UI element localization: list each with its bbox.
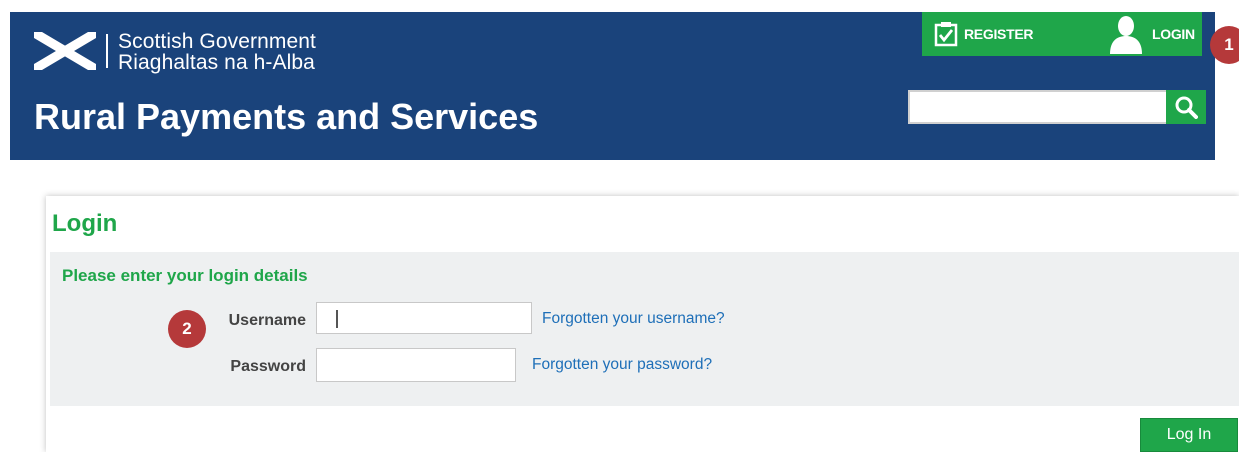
log-in-button[interactable]: Log In xyxy=(1140,418,1238,452)
search-input[interactable] xyxy=(908,90,1168,124)
site-header: Scottish Government Riaghaltas na h-Alba… xyxy=(10,12,1215,160)
username-field[interactable] xyxy=(316,302,532,334)
password-label: Password xyxy=(230,358,306,375)
text-cursor xyxy=(336,310,338,328)
login-label: LOGIN xyxy=(1152,26,1195,42)
register-button[interactable]: REGISTER xyxy=(934,12,1033,56)
step-marker-2: 2 xyxy=(168,310,206,348)
user-icon xyxy=(1110,16,1142,54)
saltire-flag-icon xyxy=(34,32,96,70)
logo-text-gaelic: Riaghaltas na h-Alba xyxy=(118,51,315,74)
clipboard-check-icon xyxy=(934,22,958,47)
login-panel: Login Please enter your login details Us… xyxy=(46,196,1239,452)
search-icon xyxy=(1175,96,1198,119)
password-field[interactable] xyxy=(316,348,516,382)
form-heading: Please enter your login details xyxy=(62,266,308,285)
logo-divider xyxy=(106,34,108,68)
forgot-password-link[interactable]: Forgotten your password? xyxy=(532,356,712,374)
register-label: REGISTER xyxy=(964,26,1034,42)
search-bar xyxy=(908,90,1208,124)
forgot-username-link[interactable]: Forgotten your username? xyxy=(542,310,725,328)
top-navigation: REGISTER LOGIN xyxy=(922,12,1202,56)
login-title: Login xyxy=(52,210,118,237)
login-form: Please enter your login details Username… xyxy=(50,252,1239,406)
site-title: Rural Payments and Services xyxy=(34,96,539,137)
search-button[interactable] xyxy=(1166,90,1206,124)
login-nav-button[interactable]: LOGIN xyxy=(1106,12,1195,56)
